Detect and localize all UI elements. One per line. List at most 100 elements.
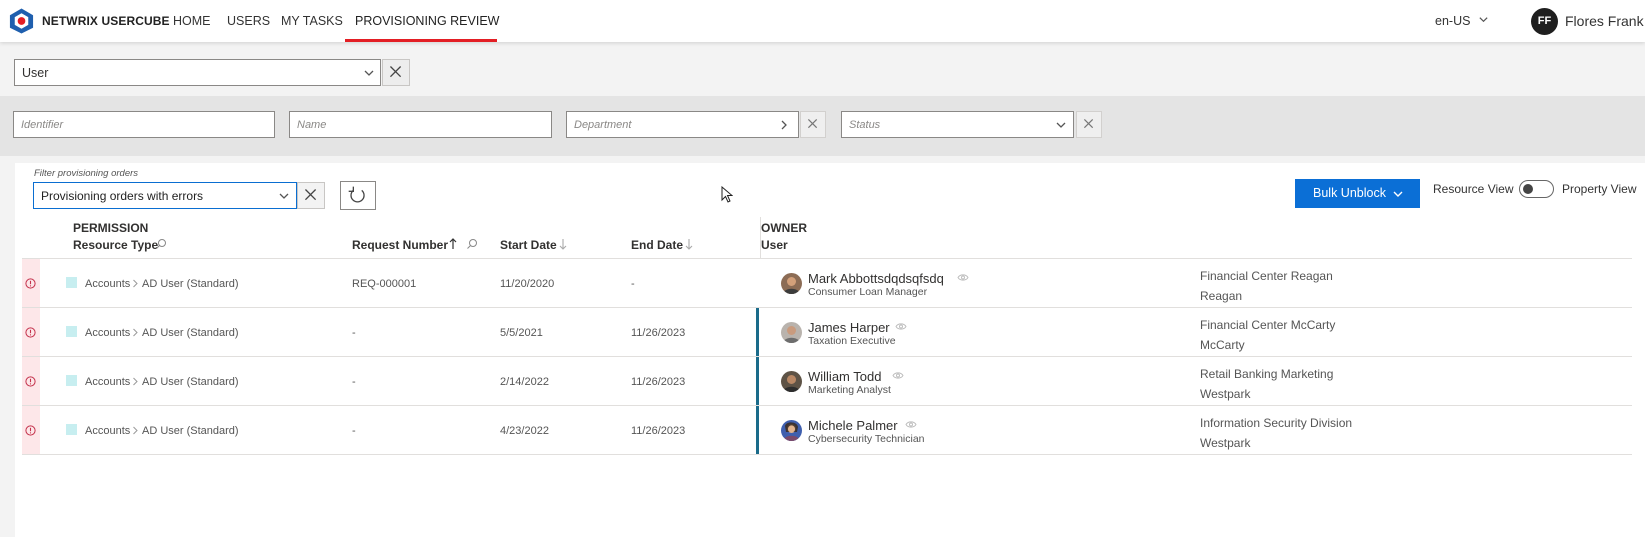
resource-type-header[interactable]: Resource Type: [73, 238, 158, 252]
search-icon[interactable]: [466, 238, 478, 250]
status-clear-button[interactable]: [1076, 111, 1102, 138]
owner-job-title: Taxation Executive: [808, 335, 896, 347]
resource-type[interactable]: AD User (Standard): [142, 327, 239, 339]
resource-category: Accounts: [85, 278, 131, 290]
user-name[interactable]: Flores Frank: [1565, 13, 1644, 29]
resource-type-swatch: [66, 424, 77, 435]
mouse-cursor-icon: [721, 186, 733, 203]
orders-filter-clear-button[interactable]: [297, 182, 325, 209]
request-number[interactable]: -: [352, 425, 356, 437]
request-number-header[interactable]: Request Number: [352, 238, 448, 252]
refresh-icon: [348, 186, 365, 203]
chevron-down-icon[interactable]: [1392, 188, 1404, 200]
error-icon[interactable]: [25, 425, 36, 436]
row-divider: [22, 454, 1632, 455]
owner-name[interactable]: James Harper: [808, 320, 890, 335]
start-date: 2/14/2022: [500, 376, 549, 388]
start-date-header[interactable]: Start Date: [500, 238, 557, 252]
row-divider: [22, 307, 1632, 308]
resource-category: Accounts: [85, 327, 131, 339]
close-icon: [807, 118, 818, 129]
chevron-down-icon[interactable]: [1055, 119, 1067, 131]
chevron-right-icon: [133, 377, 138, 386]
provisioning-orders-filter-select[interactable]: Provisioning orders with errors: [33, 182, 297, 209]
owner-name[interactable]: William Todd: [808, 369, 881, 384]
chevron-right-icon[interactable]: [778, 119, 790, 131]
property-view-label: Property View: [1562, 182, 1637, 196]
sort-descending-icon[interactable]: [683, 238, 695, 250]
request-number[interactable]: REQ-000001: [352, 278, 416, 290]
error-icon[interactable]: [25, 327, 36, 338]
entity-type-select[interactable]: User: [14, 59, 381, 86]
resource-type-swatch: [66, 277, 77, 288]
chevron-right-icon: [133, 426, 138, 435]
filter-orders-label: Filter provisioning orders: [34, 168, 139, 179]
chevron-down-icon[interactable]: [278, 190, 290, 202]
start-date: 4/23/2022: [500, 425, 549, 437]
identifier-input[interactable]: Identifier: [13, 111, 275, 138]
owner-name[interactable]: Michele Palmer: [808, 418, 898, 433]
owner-department: Financial Center Reagan: [1200, 269, 1333, 283]
close-icon: [389, 66, 402, 78]
owner-header: OWNER: [761, 221, 807, 235]
resource-type-swatch: [66, 375, 77, 386]
owner-location: Westpark: [1200, 436, 1251, 450]
chevron-right-icon: [133, 328, 138, 337]
error-icon[interactable]: [25, 278, 36, 289]
avatar: [781, 420, 802, 441]
resource-view-label: Resource View: [1433, 182, 1514, 196]
name-input[interactable]: Name: [289, 111, 552, 138]
request-number[interactable]: -: [352, 327, 356, 339]
owner-user-header: User: [761, 238, 788, 252]
eye-icon[interactable]: [957, 273, 969, 282]
owner-highlight-bar: [756, 357, 759, 405]
resource-type[interactable]: AD User (Standard): [142, 425, 239, 437]
eye-icon[interactable]: [895, 322, 907, 331]
resource-type[interactable]: AD User (Standard): [142, 278, 239, 290]
nav-home[interactable]: HOME: [173, 14, 211, 28]
refresh-button[interactable]: [340, 181, 376, 210]
owner-job-title: Marketing Analyst: [808, 384, 891, 396]
entity-clear-button[interactable]: [382, 59, 410, 86]
locale-selector[interactable]: en-US: [1435, 14, 1470, 28]
resource-type-swatch: [66, 326, 77, 337]
search-icon[interactable]: [155, 238, 167, 250]
end-date: 11/26/2023: [631, 376, 686, 388]
view-toggle-knob[interactable]: [1523, 184, 1533, 194]
owner-location: Westpark: [1200, 387, 1251, 401]
chevron-down-icon[interactable]: [363, 67, 375, 79]
sort-descending-icon[interactable]: [557, 238, 569, 250]
department-input[interactable]: Department: [566, 111, 799, 138]
resource-category: Accounts: [85, 376, 131, 388]
owner-job-title: Consumer Loan Manager: [808, 286, 928, 298]
error-icon[interactable]: [25, 376, 36, 387]
owner-highlight-bar: [756, 308, 759, 356]
owner-job-title: Cybersecurity Technician: [808, 433, 925, 445]
avatar: [781, 371, 802, 392]
owner-department: Information Security Division: [1200, 416, 1353, 430]
start-date: 5/5/2021: [500, 327, 543, 339]
resource-type[interactable]: AD User (Standard): [142, 376, 239, 388]
eye-icon[interactable]: [892, 371, 904, 380]
request-number[interactable]: -: [352, 376, 356, 388]
owner-department: Retail Banking Marketing: [1200, 367, 1334, 381]
top-navigation-bar: NETWRIX USERCUBE HOME USERS MY TASKS PRO…: [0, 0, 1645, 42]
status-select[interactable]: Status: [841, 111, 1074, 138]
permission-header: PERMISSION: [73, 221, 149, 235]
nav-provisioning-review[interactable]: PROVISIONING REVIEW: [355, 14, 499, 28]
chevron-down-icon[interactable]: [1478, 14, 1489, 25]
end-date-header[interactable]: End Date: [631, 238, 683, 252]
owner-highlight-bar: [756, 406, 759, 454]
usercube-logo-icon[interactable]: [8, 7, 35, 35]
nav-my-tasks[interactable]: MY TASKS: [281, 14, 343, 28]
owner-name[interactable]: Mark Abbottsdqdsqfsdq: [808, 271, 944, 286]
eye-icon[interactable]: [905, 420, 917, 429]
owner-location: McCarty: [1200, 338, 1245, 352]
nav-users[interactable]: USERS: [227, 14, 270, 28]
department-clear-button[interactable]: [800, 111, 826, 138]
table-header-divider: [22, 258, 1632, 259]
sort-ascending-icon[interactable]: [447, 238, 459, 250]
close-icon: [1083, 118, 1094, 129]
start-date: 11/20/2020: [500, 278, 555, 290]
user-avatar[interactable]: FF: [1531, 8, 1558, 35]
